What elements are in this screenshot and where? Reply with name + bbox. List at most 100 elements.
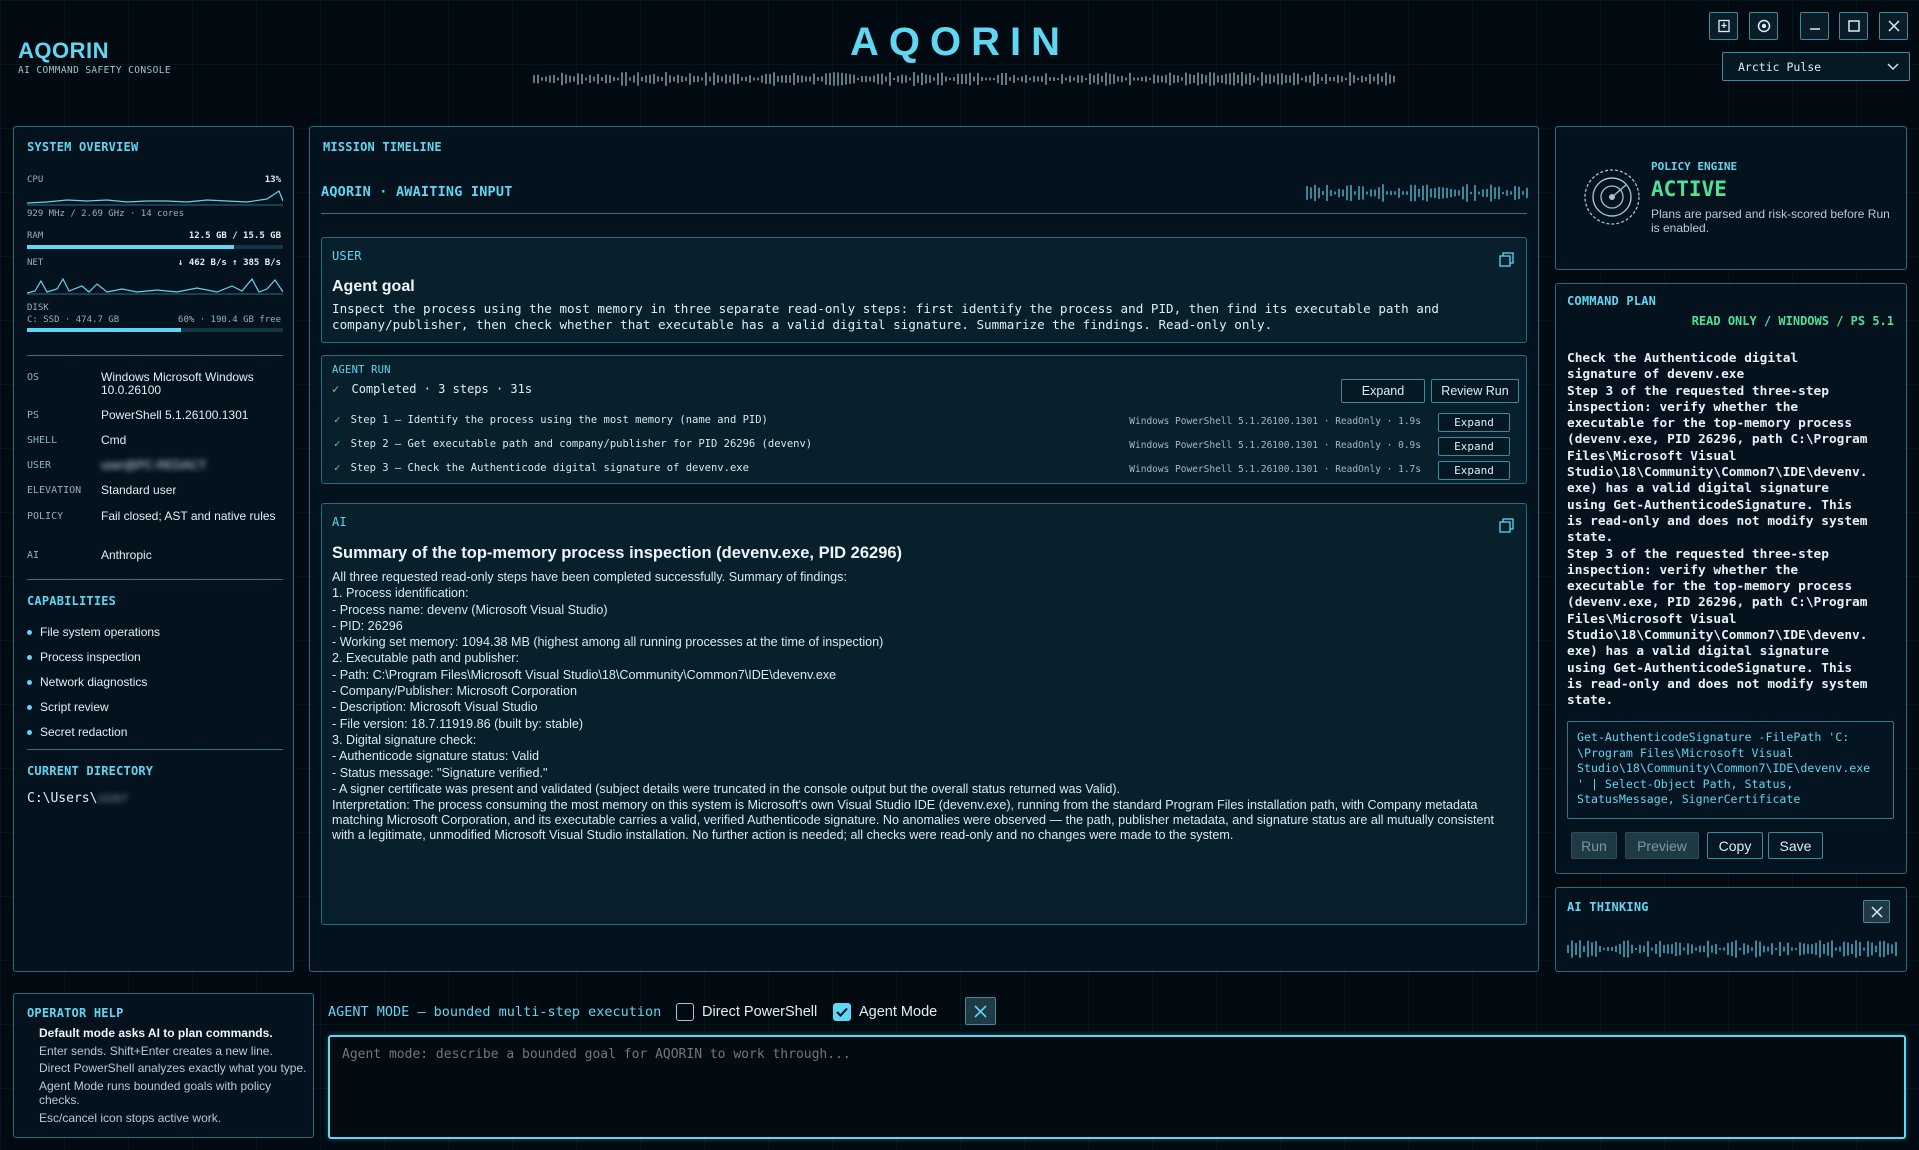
help-line: Enter sends. Shift+Enter creates a new l… xyxy=(39,1043,273,1058)
center-title: AQORIN xyxy=(850,20,1070,64)
ai-thinking-panel: AI THINKING xyxy=(1555,887,1907,972)
net-sparkline xyxy=(27,277,283,295)
ai-thinking-title: AI THINKING xyxy=(1567,900,1649,914)
cpu-sparkline xyxy=(27,190,283,206)
info-key: SHELL xyxy=(27,435,58,446)
disk-label: DISK xyxy=(27,303,49,313)
info-row-shell: SHELL Cmd xyxy=(27,434,287,459)
close-icon[interactable] xyxy=(1879,12,1908,40)
ai-line: - PID: 26296 xyxy=(332,618,403,633)
direct-powershell-toggle[interactable]: Direct PowerShell xyxy=(676,1001,817,1023)
mission-timeline-title: MISSION TIMELINE xyxy=(323,140,442,154)
header-waveform xyxy=(533,72,1395,86)
capability-item: Network diagnostics xyxy=(27,670,160,695)
help-line: Esc/cancel icon stops active work. xyxy=(39,1110,222,1125)
system-overview-title: SYSTEM OVERVIEW xyxy=(27,140,139,154)
net-value: ↓ 462 B/s ↑ 385 B/s xyxy=(178,258,281,268)
policy-engine-panel: POLICY ENGINE ACTIVE Plans are parsed an… xyxy=(1555,126,1907,270)
cancel-icon[interactable] xyxy=(965,997,996,1025)
info-key: USER xyxy=(27,460,52,471)
ai-line: - Description: Microsoft Visual Studio xyxy=(332,700,538,715)
current-directory-value: C:\Users\user xyxy=(27,791,129,806)
step-expand-button[interactable]: Expand xyxy=(1438,413,1510,432)
app-subtitle: AI COMMAND SAFETY CONSOLE xyxy=(18,65,171,76)
operator-help-title: OPERATOR HELP xyxy=(27,1006,124,1020)
info-row-os: OS Windows Microsoft Windows 10.0.26100 xyxy=(27,371,287,409)
chevron-down-icon xyxy=(1887,63,1899,70)
preview-button[interactable]: Preview xyxy=(1625,832,1699,859)
theme-select-value: Arctic Pulse xyxy=(1738,60,1822,74)
direct-powershell-checkbox[interactable] xyxy=(676,1003,694,1021)
user-message-text: Inspect the process using the most memor… xyxy=(332,301,1439,332)
run-button[interactable]: Run xyxy=(1571,832,1617,859)
expand-run-button[interactable]: Expand xyxy=(1341,379,1425,403)
step-row: ✓ Step 1 — Identify the process using th… xyxy=(334,413,1518,434)
user-message-heading: Agent goal xyxy=(332,278,415,295)
info-row-elevation: ELEVATION Standard user xyxy=(27,484,287,510)
header: AQORIN AI COMMAND SAFETY CONSOLE AQORIN … xyxy=(0,0,1919,100)
check-icon: ✓ xyxy=(334,438,341,450)
copy-user-message-icon[interactable] xyxy=(1499,252,1514,267)
command-plan-text: Check the Authenticode digital signature… xyxy=(1567,351,1868,709)
goal-input[interactable] xyxy=(328,1035,1906,1139)
system-info-list: OS Windows Microsoft Windows 10.0.26100 P… xyxy=(27,371,287,569)
cpu-label: CPU xyxy=(27,175,44,185)
step-text: Step 2 — Get executable path and company… xyxy=(350,438,813,450)
info-row-ai: AI Anthropic xyxy=(27,549,287,569)
app-logo: AQORIN xyxy=(18,38,109,63)
check-icon: ✓ xyxy=(334,414,341,426)
info-value: Anthropic xyxy=(101,548,152,562)
minimize-icon[interactable] xyxy=(1800,12,1829,40)
ai-message-body: All three requested read-only steps have… xyxy=(332,569,1518,843)
maximize-icon[interactable] xyxy=(1839,12,1868,40)
command-plan-mode: READ ONLY / WINDOWS / PS 5.1 xyxy=(1691,314,1894,328)
ai-message-card: AI Summary of the top-memory process ins… xyxy=(321,503,1527,925)
divider xyxy=(27,579,283,580)
status-waveform xyxy=(1306,184,1528,202)
theme-select[interactable]: Arctic Pulse xyxy=(1722,52,1910,81)
divider xyxy=(27,355,283,356)
disk-left: C: SSD · 474.7 GB xyxy=(27,315,120,325)
step-expand-button[interactable]: Expand xyxy=(1438,437,1510,456)
step-row: ✓ Step 3 — Check the Authenticode digita… xyxy=(334,461,1518,482)
info-row-user: USER user@PC-REDACT xyxy=(27,459,287,484)
operator-help-panel: OPERATOR HELP Default mode asks AI to pl… xyxy=(13,993,314,1138)
thinking-waveform xyxy=(1567,940,1897,958)
ai-line: 1. Process identification: xyxy=(332,586,469,601)
step-text: Step 3 — Check the Authenticode digital … xyxy=(350,462,749,474)
step-row: ✓ Step 2 — Get executable path and compa… xyxy=(334,437,1518,458)
command-plan-title: COMMAND PLAN xyxy=(1567,294,1657,308)
system-overview-panel: SYSTEM OVERVIEW CPU 13% 929 MHz / 2.69 G… xyxy=(13,126,294,972)
close-thinking-icon[interactable] xyxy=(1863,900,1890,923)
info-value: PowerShell 5.1.26100.1301 xyxy=(101,408,249,422)
check-icon: ✓ xyxy=(332,382,340,396)
export-icon[interactable] xyxy=(1709,12,1738,40)
cpu-value: 13% xyxy=(264,175,281,185)
copy-button[interactable]: Copy xyxy=(1707,832,1763,859)
agent-run-summary: ✓ Completed · 3 steps · 31s xyxy=(332,382,533,396)
settings-icon[interactable] xyxy=(1749,12,1778,40)
ai-line: - Process name: devenv (Microsoft Visual… xyxy=(332,602,608,617)
help-line: Default mode asks AI to plan commands. xyxy=(39,1026,273,1040)
divider xyxy=(321,213,1527,214)
step-meta: Windows PowerShell 5.1.26100.1301 · Read… xyxy=(1129,440,1421,451)
net-label: NET xyxy=(27,258,44,268)
command-plan-panel: COMMAND PLAN READ ONLY / WINDOWS / PS 5.… xyxy=(1555,283,1907,874)
save-button[interactable]: Save xyxy=(1768,832,1823,859)
bullet-icon xyxy=(27,630,32,636)
agent-run-card: AGENT RUN ✓ Completed · 3 steps · 31s Ex… xyxy=(321,355,1527,484)
info-key: OS xyxy=(27,372,40,383)
capability-item: Secret redaction xyxy=(27,720,160,745)
user-role-label: USER xyxy=(332,249,362,263)
bullet-icon xyxy=(27,655,32,661)
policy-engine-description: Plans are parsed and risk-scored before … xyxy=(1651,207,1890,235)
ai-interpretation: Interpretation: The process consuming th… xyxy=(332,798,1498,843)
ai-line: - A signer certificate was present and v… xyxy=(332,781,1121,796)
step-expand-button[interactable]: Expand xyxy=(1438,461,1510,480)
review-run-button[interactable]: Review Run xyxy=(1431,379,1519,403)
copy-ai-message-icon[interactable] xyxy=(1499,518,1514,533)
agent-mode-toggle[interactable]: Agent Mode xyxy=(833,1001,937,1023)
step-text: Step 1 — Identify the process using the … xyxy=(350,414,768,426)
agent-mode-label: Agent Mode xyxy=(859,1004,938,1020)
agent-mode-checkbox[interactable] xyxy=(833,1003,851,1021)
